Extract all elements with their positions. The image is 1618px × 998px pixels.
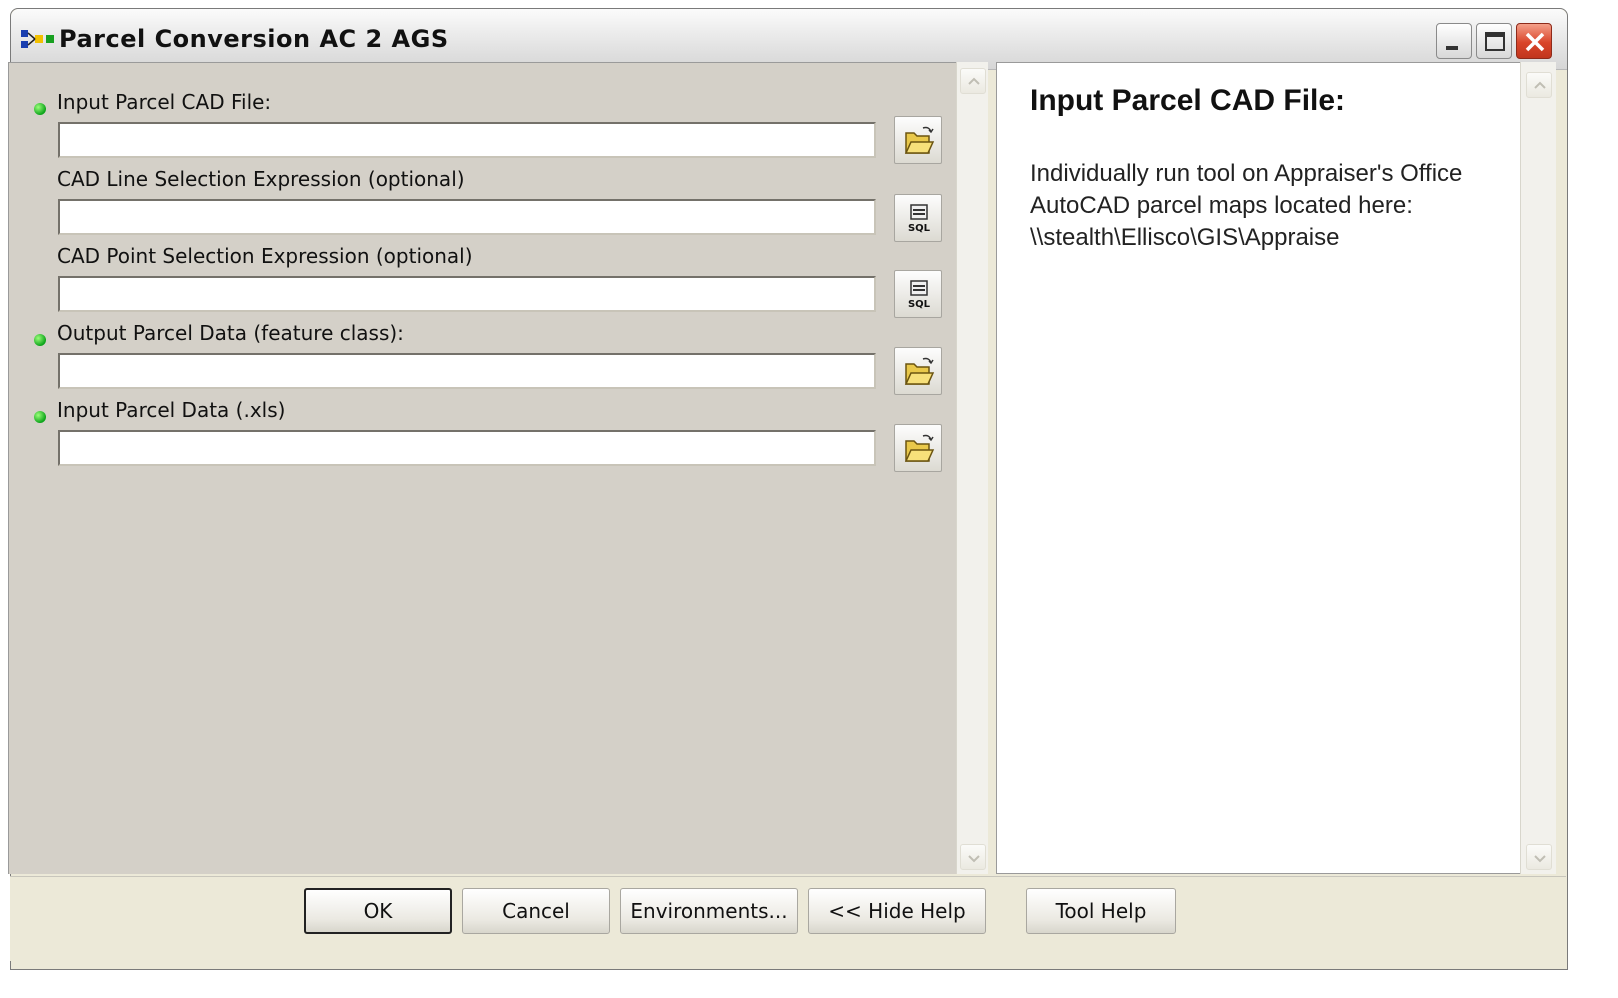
param-label-output-parcel: Output Parcel Data (feature class):: [57, 321, 404, 345]
close-icon: [1525, 32, 1545, 52]
required-bullet-icon: [34, 411, 46, 423]
browse-cad-file-button[interactable]: [894, 116, 942, 164]
sql-icon: SQL: [908, 204, 931, 234]
svg-text:SQL: SQL: [908, 299, 931, 310]
model-tool-icon: [21, 27, 55, 51]
help-scroll-down-button[interactable]: [1526, 844, 1552, 870]
param-label-line-expression: CAD Line Selection Expression (optional): [57, 167, 465, 191]
svg-text:SQL: SQL: [908, 223, 931, 234]
minimize-button[interactable]: [1436, 23, 1472, 59]
maximize-button[interactable]: [1476, 23, 1512, 59]
cancel-button[interactable]: Cancel: [462, 888, 610, 934]
browse-output-parcel-button[interactable]: [894, 347, 942, 395]
output-parcel-field[interactable]: [58, 353, 876, 389]
input-xls-field[interactable]: [58, 430, 876, 466]
title-bar[interactable]: Parcel Conversion AC 2 AGS: [11, 9, 1567, 70]
window-title: Parcel Conversion AC 2 AGS: [59, 25, 449, 53]
point-sql-button[interactable]: SQL: [894, 270, 942, 318]
chevron-down-icon: [968, 855, 980, 863]
line-sql-button[interactable]: SQL: [894, 194, 942, 242]
maximize-icon: [1485, 32, 1505, 51]
input-cad-file-field[interactable]: [58, 122, 876, 158]
help-scroll-up-button[interactable]: [1526, 72, 1552, 98]
required-bullet-icon: [34, 334, 46, 346]
sql-icon: SQL: [908, 280, 931, 310]
required-bullet-icon: [34, 103, 46, 115]
ok-button[interactable]: OK: [304, 888, 452, 934]
help-title: Input Parcel CAD File:: [1030, 84, 1346, 117]
chevron-up-icon: [1534, 81, 1546, 89]
help-text-line: AutoCAD parcel maps located here:: [1030, 192, 1413, 219]
param-label-point-expression: CAD Point Selection Expression (optional…: [57, 244, 473, 268]
folder-icon: [904, 357, 935, 385]
environments-button[interactable]: Environments...: [620, 888, 798, 934]
help-text-line: \\stealth\Ellisco\GIS\Appraise: [1030, 224, 1340, 251]
param-label-input-cad: Input Parcel CAD File:: [57, 90, 272, 114]
chevron-up-icon: [968, 77, 980, 85]
chevron-down-icon: [1534, 855, 1546, 863]
help-scrollbar[interactable]: [1520, 62, 1556, 874]
folder-icon: [904, 126, 935, 154]
folder-icon: [904, 434, 935, 462]
param-label-input-xls: Input Parcel Data (.xls): [57, 398, 286, 422]
tool-help-button[interactable]: Tool Help: [1026, 888, 1176, 934]
help-text-line: Individually run tool on Appraiser's Off…: [1030, 160, 1463, 187]
hide-help-button[interactable]: << Hide Help: [808, 888, 986, 934]
parameters-scrollbar[interactable]: [956, 62, 988, 874]
line-expression-field[interactable]: [58, 199, 876, 235]
scroll-up-button[interactable]: [960, 68, 986, 94]
close-button[interactable]: [1516, 23, 1552, 59]
scroll-down-button[interactable]: [960, 844, 986, 870]
point-expression-field[interactable]: [58, 276, 876, 312]
minimize-icon: [1446, 46, 1458, 50]
browse-xls-button[interactable]: [894, 424, 942, 472]
